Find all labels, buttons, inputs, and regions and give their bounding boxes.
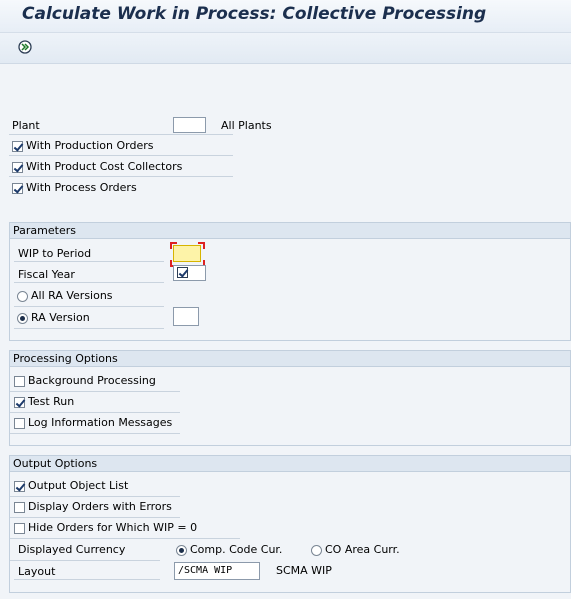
divider xyxy=(10,496,180,497)
ra-version-label: RA Version xyxy=(31,311,90,324)
test-run-label: Test Run xyxy=(28,395,75,408)
all-ra-versions-radio[interactable] xyxy=(17,291,28,302)
process-orders-checkbox[interactable] xyxy=(12,183,23,194)
process-orders-label: With Process Orders xyxy=(26,181,137,194)
comp-code-currency-label: Comp. Code Cur. xyxy=(190,543,283,556)
application-toolbar xyxy=(0,33,571,64)
layout-label: Layout xyxy=(14,563,160,580)
divider xyxy=(10,412,180,413)
fiscal-year-input[interactable] xyxy=(173,265,206,281)
display-errors-label: Display Orders with Errors xyxy=(28,500,172,513)
divider xyxy=(14,328,164,329)
output-options-group: Output Options Output Object List Displa… xyxy=(9,455,571,593)
divider xyxy=(9,176,233,177)
parameters-header: Parameters xyxy=(10,223,570,239)
execute-icon[interactable] xyxy=(18,40,32,54)
title-bar: Calculate Work in Process: Collective Pr… xyxy=(0,0,571,33)
divider xyxy=(10,433,180,434)
plant-input[interactable] xyxy=(173,117,206,133)
parameters-group: Parameters WIP to Period Fiscal Year All… xyxy=(9,222,571,341)
fiscal-year-label: Fiscal Year xyxy=(14,266,164,283)
background-processing-label: Background Processing xyxy=(28,374,156,387)
fiscal-year-checkbox[interactable] xyxy=(177,267,188,278)
hide-orders-label: Hide Orders for Which WIP = 0 xyxy=(28,521,198,534)
divider xyxy=(14,306,164,307)
divider xyxy=(9,155,233,156)
log-information-checkbox[interactable] xyxy=(14,418,25,429)
co-area-currency-label: CO Area Curr. xyxy=(325,543,400,556)
divider xyxy=(10,560,160,561)
divider xyxy=(10,538,240,539)
hide-orders-checkbox[interactable] xyxy=(14,523,25,534)
required-marker xyxy=(170,242,177,249)
comp-code-currency-radio[interactable] xyxy=(176,545,187,556)
processing-options-group: Processing Options Background Processing… xyxy=(9,350,571,446)
product-cost-collectors-checkbox[interactable] xyxy=(12,162,23,173)
background-processing-checkbox[interactable] xyxy=(14,376,25,387)
divider xyxy=(10,517,180,518)
plant-description: All Plants xyxy=(221,119,272,132)
divider xyxy=(10,391,180,392)
wip-to-period-label: WIP to Period xyxy=(14,245,164,262)
test-run-checkbox[interactable] xyxy=(14,397,25,408)
required-marker xyxy=(198,242,205,249)
divider xyxy=(9,134,233,135)
log-information-label: Log Information Messages xyxy=(28,416,173,429)
ra-version-radio[interactable] xyxy=(17,313,28,324)
output-options-header: Output Options xyxy=(10,456,570,472)
product-cost-collectors-label: With Product Cost Collectors xyxy=(26,160,183,173)
plant-label: Plant xyxy=(12,119,40,132)
wip-to-period-input[interactable] xyxy=(173,245,201,262)
page-title: Calculate Work in Process: Collective Pr… xyxy=(22,4,487,24)
all-ra-versions-label: All RA Versions xyxy=(31,289,113,302)
layout-input[interactable]: /SCMA WIP xyxy=(174,562,260,580)
layout-description: SCMA WIP xyxy=(276,564,332,577)
processing-options-header: Processing Options xyxy=(10,351,570,367)
co-area-currency-radio[interactable] xyxy=(311,545,322,556)
production-orders-checkbox[interactable] xyxy=(12,141,23,152)
ra-version-input[interactable] xyxy=(173,307,199,326)
display-errors-checkbox[interactable] xyxy=(14,502,25,513)
output-object-list-label: Output Object List xyxy=(28,479,129,492)
displayed-currency-label: Displayed Currency xyxy=(18,543,126,556)
production-orders-label: With Production Orders xyxy=(26,139,154,152)
output-object-list-checkbox[interactable] xyxy=(14,481,25,492)
